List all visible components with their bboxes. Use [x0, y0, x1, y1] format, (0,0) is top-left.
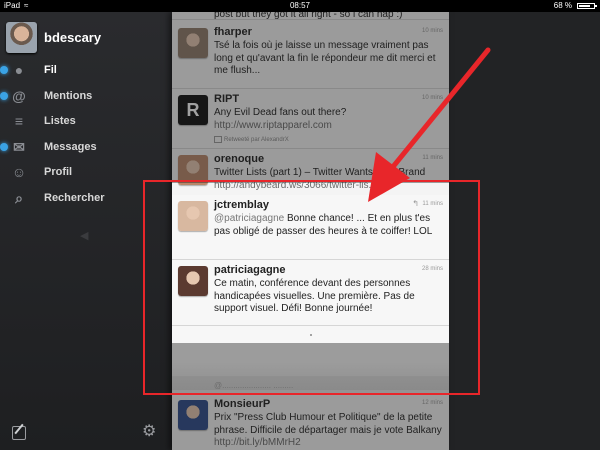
username: bdescary	[44, 30, 102, 45]
compose-icon[interactable]	[12, 426, 26, 440]
battery-percent: 68 %	[553, 1, 572, 10]
sidebar-item-label: Mentions	[44, 89, 93, 102]
sidebar-item-label: Messages	[44, 140, 97, 153]
person-icon: ☺	[11, 164, 27, 180]
sidebar-item-label: Listes	[44, 115, 76, 127]
search-icon: ⌕	[15, 189, 23, 206]
clock: 08:57	[289, 1, 311, 10]
sidebar-item-messages[interactable]: ✉ Messages	[0, 135, 172, 161]
unread-dot	[0, 91, 8, 100]
at-sign-icon: @	[12, 87, 26, 104]
highlight-box	[143, 180, 480, 395]
drag-handle-icon[interactable]: ◀	[80, 229, 88, 242]
envelope-icon: ✉	[13, 138, 25, 155]
avatar[interactable]	[6, 22, 37, 53]
unread-dot	[0, 66, 8, 74]
sidebar-item-fil[interactable]: ● Fil	[0, 58, 172, 84]
sidebar-item-label: Rechercher	[44, 191, 105, 204]
sidebar-item-label: Fil	[44, 64, 57, 76]
gear-icon[interactable]: ⚙	[142, 424, 156, 440]
battery-icon	[577, 3, 597, 9]
unread-dot	[0, 142, 8, 151]
dim-overlay	[172, 12, 449, 183]
sidebar-footer: ⚙	[0, 422, 172, 450]
sidebar-item-listes[interactable]: ≡ Listes	[0, 109, 172, 135]
sidebar-item-label: Profil	[44, 166, 73, 178]
list-icon: ≡	[14, 113, 24, 129]
speech-bubble-icon: ●	[14, 62, 24, 78]
status-bar: iPad ≈ 08:57 68 %	[0, 0, 600, 12]
sidebar-item-mentions[interactable]: @ Mentions	[0, 84, 172, 110]
